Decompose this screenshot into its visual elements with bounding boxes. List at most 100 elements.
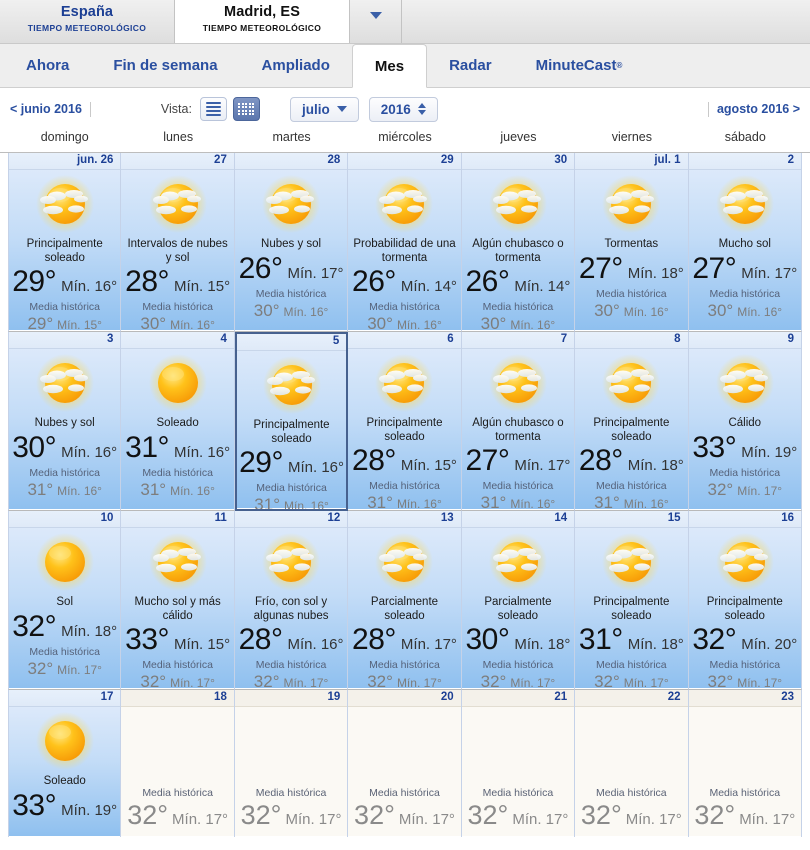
historical-average-block: Media histórica 31° Mín. 16°: [367, 480, 442, 510]
forecast-low-temp: Mín. 19°: [741, 443, 798, 461]
calendar-day-body: Mucho sol 27° Mín. 17° Media histórica 30° Mí…: [688, 170, 801, 330]
sun-behind-cloud-glyph: [488, 175, 547, 233]
forecast-high-temp: 32°: [692, 623, 737, 656]
list-view-icon[interactable]: [199, 97, 227, 121]
calendar-day-cell[interactable]: 13 Parcialmente soleado 28° Mín. 17° Med…: [348, 511, 462, 690]
historical-average-label: Media histórica: [596, 787, 667, 799]
forecast-low-temp: Mín. 19°: [61, 801, 118, 819]
calendar-day-cell[interactable]: 17 Soleado 33° Mín. 19°: [8, 690, 122, 837]
historical-low-temp: Mín. 16°: [623, 304, 669, 319]
calendar-day-cell[interactable]: 2 Mucho sol 27° Mín. 17° Media histórica…: [688, 153, 802, 332]
calendar-day-cell: 23 Media histórica 32° Mín. 17°: [688, 690, 802, 837]
historical-low-temp: Mín. 16°: [737, 304, 783, 319]
calendar-day-cell[interactable]: 6 Principalmente soleado 28° Mín. 15° Me…: [348, 332, 462, 511]
calendar-day-cell[interactable]: 10 Sol 32° Mín. 18° Media histórica 32° Mín. …: [8, 511, 122, 690]
sun-behind-cloud-icon: [33, 174, 97, 236]
calendar-day-cell[interactable]: 5 Principalmente soleado 29° Mín. 16° Me…: [234, 332, 349, 511]
historical-average-values: 32° Mín. 17°: [467, 800, 568, 830]
historical-high-temp: 32°: [594, 672, 620, 690]
sun-behind-cloud-glyph: [35, 354, 94, 412]
forecast-phrase: Mucho sol y más cálido: [134, 596, 221, 622]
historical-average-label: Media histórica: [596, 480, 667, 492]
calendar-day-cell[interactable]: 30 Algún chubasco o tormenta 26° Mín. 14…: [461, 153, 576, 332]
tab-minutecast[interactable]: MinuteCast ®: [514, 44, 645, 87]
tab-radar[interactable]: Radar: [427, 44, 514, 87]
historical-high-temp: 32°: [354, 800, 395, 830]
next-month-link[interactable]: agosto 2016 >: [717, 102, 800, 116]
historical-high-temp: 32°: [367, 672, 393, 690]
tab-ahora[interactable]: Ahora: [4, 44, 91, 87]
forecast-phrase: Nubes y sol: [261, 238, 322, 250]
forecast-temperatures: 32° Mín. 20°: [692, 624, 797, 656]
prev-month-link[interactable]: < junio 2016: [10, 102, 82, 116]
calendar-day-cell[interactable]: 15 Principalmente soleado 31° Mín. 18° M…: [575, 511, 689, 690]
historical-high-temp: 30°: [707, 300, 734, 320]
calendar-day-cell[interactable]: jul. 1 Tormentas 27° Mín. 18° Media hist…: [575, 153, 689, 332]
calendar-day-cell[interactable]: 28 Nubes y sol 26° Mín. 17° Media histór…: [234, 153, 349, 332]
calendar-day-cell[interactable]: 27 Intervalos de nubes y sol 28° Mín. 15…: [121, 153, 235, 332]
calendar-day-cell[interactable]: jun. 26 Principalmente soleado 29° Mín. …: [8, 153, 122, 332]
year-stepper[interactable]: 2016: [368, 96, 438, 122]
calendar-day-cell[interactable]: 12 Frío, con sol y algunas nubes 28° Mín…: [234, 511, 349, 690]
historical-low-temp: Mín. 15°: [57, 318, 102, 332]
forecast-phrase: Algún chubasco o tormenta: [472, 417, 564, 443]
calendar-day-cell[interactable]: 11 Mucho sol y más cálido 33° Mín. 15° M…: [121, 511, 235, 690]
calendar-day-cell[interactable]: 29 Probabilidad de una tormenta 26° Mín.…: [348, 153, 462, 332]
location-tab-espana[interactable]: España TIEMPO METEOROLÓGICO: [0, 0, 175, 43]
calendar-view-icon[interactable]: [232, 97, 260, 121]
calendar-day-number: 3: [9, 332, 121, 349]
sun-behind-cloud-icon: [146, 532, 210, 594]
historical-average-block: Media histórica 32° Mín. 17°: [241, 787, 342, 830]
tab-ampliado[interactable]: Ampliado: [240, 44, 352, 87]
historical-average-values: 31° Mín. 16°: [254, 495, 329, 509]
calendar-day-cell[interactable]: 3 Nubes y sol 30° Mín. 16° Media históri…: [8, 332, 122, 511]
calendar-day-cell[interactable]: 8 Principalmente soleado 28° Mín. 18° Me…: [575, 332, 689, 511]
calendar-day-number: 27: [121, 153, 234, 170]
tab-minutecast-registered-mark: ®: [616, 61, 623, 70]
calendar-day-cell[interactable]: 7 Algún chubasco o tormenta 27° Mín. 17°…: [461, 332, 576, 511]
calendar-week-row: 10 Sol 32° Mín. 18° Media histórica 32° Mín. …: [8, 511, 802, 690]
forecast-temperatures: 28° Mín. 16°: [239, 624, 344, 656]
historical-high-temp: 30°: [594, 300, 620, 320]
historical-high-temp: 32°: [694, 800, 736, 830]
calendar-day-cell[interactable]: 9 Cálido 33° Mín. 19° Media histórica 32…: [688, 332, 802, 511]
tab-minutecast-label: MinuteCast: [535, 57, 617, 74]
forecast-temperatures: 28° Mín. 15°: [352, 445, 457, 477]
calendar-day-cell[interactable]: 4 Soleado 31° Mín. 16° Media histórica 31° Mí…: [121, 332, 235, 511]
month-select[interactable]: julio: [289, 96, 359, 122]
historical-low-temp: Mín. 17°: [737, 676, 783, 690]
forecast-temperatures: 26° Mín. 17°: [239, 252, 344, 285]
forecast-temperatures: 30° Mín. 16°: [12, 431, 117, 464]
sun-behind-cloud-glyph: [715, 175, 774, 233]
sun-behind-cloud-icon: [146, 174, 210, 236]
calendar-day-body: Nubes y sol 30° Mín. 16° Media histórica 31°…: [9, 349, 121, 509]
historical-average-label: Media histórica: [256, 482, 327, 494]
historical-low-temp: Mín. 17°: [623, 676, 669, 690]
location-dropdown-button[interactable]: [350, 0, 402, 43]
forecast-phrase: Principalmente soleado: [366, 417, 443, 443]
tab-mes[interactable]: Mes: [351, 44, 428, 88]
historical-average-label: Media histórica: [142, 787, 213, 799]
tab-fin-de-semana[interactable]: Fin de semana: [91, 44, 239, 87]
sun-behind-cloud-glyph: [602, 354, 661, 412]
forecast-high-temp: 32°: [12, 609, 57, 643]
calendar-day-cell[interactable]: 16 Principalmente soleado 32° Mín. 20° M…: [688, 511, 802, 690]
historical-low-temp: Mín. 16°: [510, 497, 556, 511]
forecast-temperatures: 29° Mín. 16°: [239, 447, 344, 479]
historical-average-values: 32° Mín. 17°: [140, 672, 215, 689]
calendar-day-body: Media histórica 32° Mín. 17°: [461, 707, 575, 836]
calendar-day-body: Algún chubasco o tormenta 27° Mín. 17° Medi…: [461, 349, 575, 511]
weekday-header-row: domingo lunes martes miércoles jueves vi…: [0, 130, 810, 152]
calendar-day-body: Soleado 31° Mín. 16° Media histórica 31° Mín.…: [121, 349, 234, 509]
historical-low-temp: Mín. 17°: [172, 811, 229, 828]
forecast-temperatures: 28° Mín. 18°: [579, 445, 684, 477]
historical-average-label: Media histórica: [29, 645, 101, 658]
forecast-phrase: Principalmente soleado: [706, 596, 783, 622]
main-nav-tabs: Ahora Fin de semana Ampliado Mes Radar M…: [0, 44, 810, 88]
calendar-day-number: 12: [234, 511, 348, 528]
historical-average-label: Media histórica: [29, 301, 101, 313]
location-tab-madrid[interactable]: Madrid, ES TIEMPO METEOROLÓGICO: [175, 0, 350, 43]
calendar-day-cell[interactable]: 14 Parcialmente soleado 30° Mín. 18° Med…: [461, 511, 576, 690]
historical-average-label: Media histórica: [255, 659, 327, 671]
calendar-day-number: jun. 26: [9, 153, 121, 170]
